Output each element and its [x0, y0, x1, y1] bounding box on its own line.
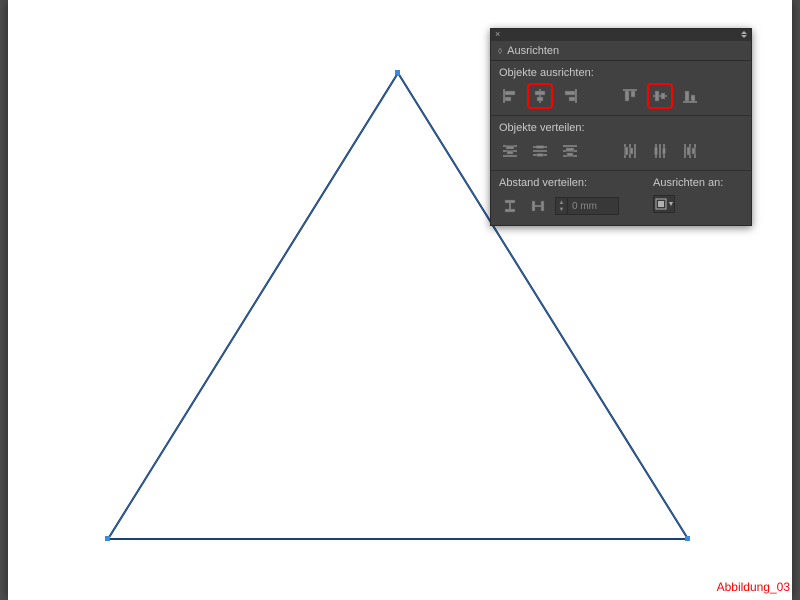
space-horizontal-button[interactable] [527, 195, 549, 217]
distribute-hcenter-button[interactable] [649, 140, 671, 162]
section-distribute: Objekte verteilen: [491, 115, 751, 170]
figure-caption: Abbildung_03 [717, 580, 790, 594]
align-hcenter-button[interactable] [529, 85, 551, 107]
panel-flyout-menu-icon[interactable] [737, 31, 747, 39]
section-spacing-alignto: Abstand verteilen: ▲▼ 0 mm Ausrichten an… [491, 170, 751, 225]
distribute-right-button[interactable] [679, 140, 701, 162]
distribute-bottom-button[interactable] [559, 140, 581, 162]
label-align-to: Ausrichten an: [653, 177, 743, 189]
align-top-button[interactable] [619, 85, 641, 107]
align-horizontal-group [499, 85, 581, 107]
spacing-value: 0 mm [568, 201, 618, 212]
distribute-horizontal-group [619, 140, 701, 162]
panel-title-text: Ausrichten [507, 41, 559, 61]
align-left-button[interactable] [499, 85, 521, 107]
align-vcenter-button[interactable] [649, 85, 671, 107]
align-panel: × ◇ Ausrichten Objekte ausrichten: [490, 28, 752, 226]
align-bottom-button[interactable] [679, 85, 701, 107]
spacing-stepper[interactable]: ▲▼ [556, 198, 568, 214]
label-distribute-objects: Objekte verteilen: [499, 122, 743, 134]
spacing-col: Abstand verteilen: ▲▼ 0 mm [499, 177, 641, 217]
panel-close-icon[interactable]: × [495, 29, 500, 39]
panel-collapse-icon: ◇ [498, 41, 502, 61]
distribute-vertical-group [499, 140, 581, 162]
distribute-top-button[interactable] [499, 140, 521, 162]
align-vertical-group [619, 85, 701, 107]
panel-tabbar: × [491, 29, 751, 41]
panel-title-bar[interactable]: ◇ Ausrichten [491, 41, 751, 61]
spacing-value-field[interactable]: ▲▼ 0 mm [555, 197, 619, 215]
distribute-vcenter-button[interactable] [529, 140, 551, 162]
label-align-objects: Objekte ausrichten: [499, 67, 743, 79]
section-align: Objekte ausrichten: [491, 61, 751, 115]
space-vertical-button[interactable] [499, 195, 521, 217]
align-to-dropdown[interactable] [653, 195, 675, 213]
alignto-col: Ausrichten an: [653, 177, 743, 217]
label-distribute-spacing: Abstand verteilen: [499, 177, 641, 189]
distribute-left-button[interactable] [619, 140, 641, 162]
align-right-button[interactable] [559, 85, 581, 107]
